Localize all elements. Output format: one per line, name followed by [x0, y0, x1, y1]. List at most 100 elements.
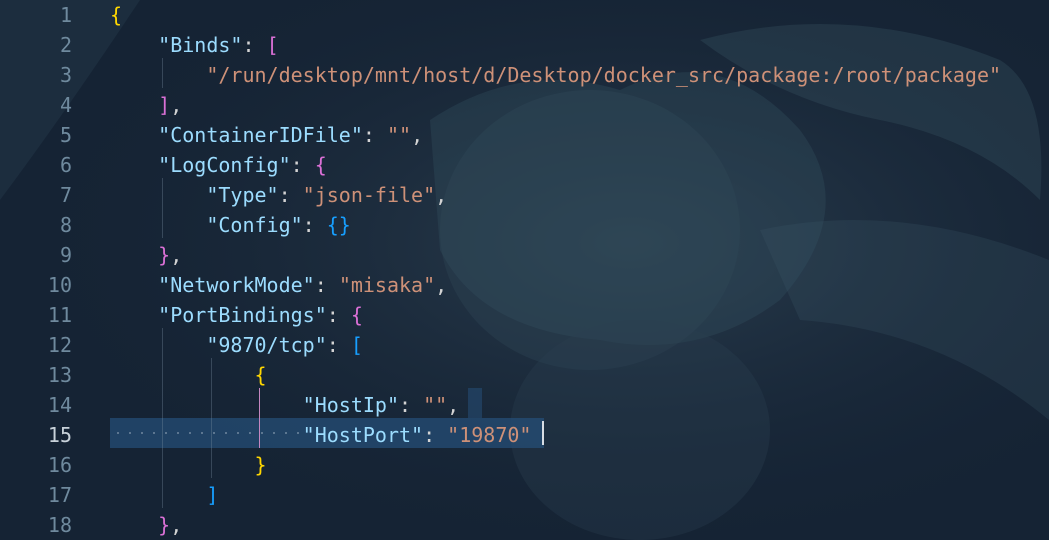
code-line[interactable]: 9 },: [0, 240, 1049, 270]
code-token: {: [254, 363, 267, 387]
line-number: 3: [59, 63, 72, 87]
code-token: }: [158, 513, 171, 537]
line-code: "Type": "json-file",: [110, 180, 447, 210]
code-token: :: [314, 273, 339, 297]
code-token: :: [290, 153, 315, 177]
line-number: 14: [47, 393, 72, 417]
line-code: }: [110, 450, 267, 480]
code-line[interactable]: 6 "LogConfig": {: [0, 150, 1049, 180]
line-code: "/run/desktop/mnt/host/d/Desktop/docker_…: [110, 60, 1001, 90]
code-line[interactable]: 1{: [0, 0, 1049, 30]
line-number: 18: [47, 513, 72, 537]
code-token: ,: [447, 393, 460, 417]
code-line[interactable]: 10 "NetworkMode": "misaka",: [0, 270, 1049, 300]
line-number: 2: [59, 33, 72, 57]
line-number: 10: [47, 273, 72, 297]
code-line[interactable]: 14 "HostIp": "",: [0, 390, 1049, 420]
code-token: "Type": [206, 183, 279, 207]
code-line[interactable]: 4 ],: [0, 90, 1049, 120]
code-line[interactable]: 8 "Config": {}: [0, 210, 1049, 240]
line-code: "Config": {}: [110, 210, 351, 240]
code-token: :: [362, 123, 387, 147]
code-token: "PortBindings": [158, 303, 327, 327]
line-code: ]: [110, 480, 218, 510]
code-token: :: [242, 33, 267, 57]
code-token: [: [350, 333, 363, 357]
line-code: {: [110, 0, 122, 30]
code-line[interactable]: 15 "HostPort": "19870": [0, 420, 1049, 450]
line-number: 6: [59, 153, 72, 177]
line-number: 13: [47, 363, 72, 387]
code-token: ,: [170, 243, 183, 267]
code-line[interactable]: 5 "ContainerIDFile": "",: [0, 120, 1049, 150]
line-number: 16: [47, 453, 72, 477]
code-token: {: [314, 153, 327, 177]
line-code: {: [110, 360, 267, 390]
code-line[interactable]: 17 ]: [0, 480, 1049, 510]
line-code: "LogConfig": {: [110, 150, 327, 180]
code-token: "": [386, 123, 412, 147]
code-line[interactable]: 12 "9870/tcp": [: [0, 330, 1049, 360]
line-number: 8: [59, 213, 72, 237]
line-number: 7: [59, 183, 72, 207]
code-token: "Binds": [158, 33, 243, 57]
code-token: }: [158, 243, 171, 267]
code-token: ,: [411, 123, 424, 147]
code-token: "9870/tcp": [206, 333, 327, 357]
code-token: "LogConfig": [158, 153, 291, 177]
code-editor[interactable]: 1{2 "Binds": [3 "/run/desktop/mnt/host/d…: [0, 0, 1049, 540]
line-number: 11: [47, 303, 72, 327]
code-token: {: [110, 3, 123, 27]
code-token: ,: [170, 93, 183, 117]
code-token: "HostPort": [302, 423, 424, 447]
code-line[interactable]: 16 }: [0, 450, 1049, 480]
code-line[interactable]: 3 "/run/desktop/mnt/host/d/Desktop/docke…: [0, 60, 1049, 90]
code-token: "ContainerIDFile": [158, 123, 363, 147]
code-line[interactable]: 11 "PortBindings": {: [0, 300, 1049, 330]
line-number: 12: [47, 333, 72, 357]
line-number: 4: [59, 93, 72, 117]
line-number: 5: [59, 123, 72, 147]
line-code: "PortBindings": {: [110, 300, 363, 330]
line-code: "9870/tcp": [: [110, 330, 363, 360]
code-line[interactable]: 13 {: [0, 360, 1049, 390]
code-line[interactable]: 18 },: [0, 510, 1049, 540]
code-token: [: [266, 33, 279, 57]
code-token: :: [278, 183, 303, 207]
line-code: "Binds": [: [110, 30, 279, 60]
line-code: "ContainerIDFile": "",: [110, 120, 423, 150]
line-code: },: [110, 510, 182, 540]
line-code: },: [110, 240, 182, 270]
line-number: 9: [59, 243, 72, 267]
code-line[interactable]: 2 "Binds": [: [0, 30, 1049, 60]
line-number: 17: [47, 483, 72, 507]
text-cursor: [542, 421, 544, 445]
code-token: "/run/desktop/mnt/host/d/Desktop/docker_…: [206, 63, 1002, 87]
code-token: "": [423, 393, 448, 417]
code-token: "json-file": [302, 183, 436, 207]
code-token: }: [254, 453, 267, 477]
code-token: "misaka": [338, 273, 436, 297]
code-token: "Config": [206, 213, 303, 237]
code-token: :: [326, 303, 351, 327]
line-number: 1: [59, 3, 72, 27]
code-line[interactable]: 7 "Type": "json-file",: [0, 180, 1049, 210]
code-token: ,: [435, 183, 448, 207]
line-code: "HostPort": "19870": [110, 420, 532, 450]
code-token: ,: [435, 273, 448, 297]
